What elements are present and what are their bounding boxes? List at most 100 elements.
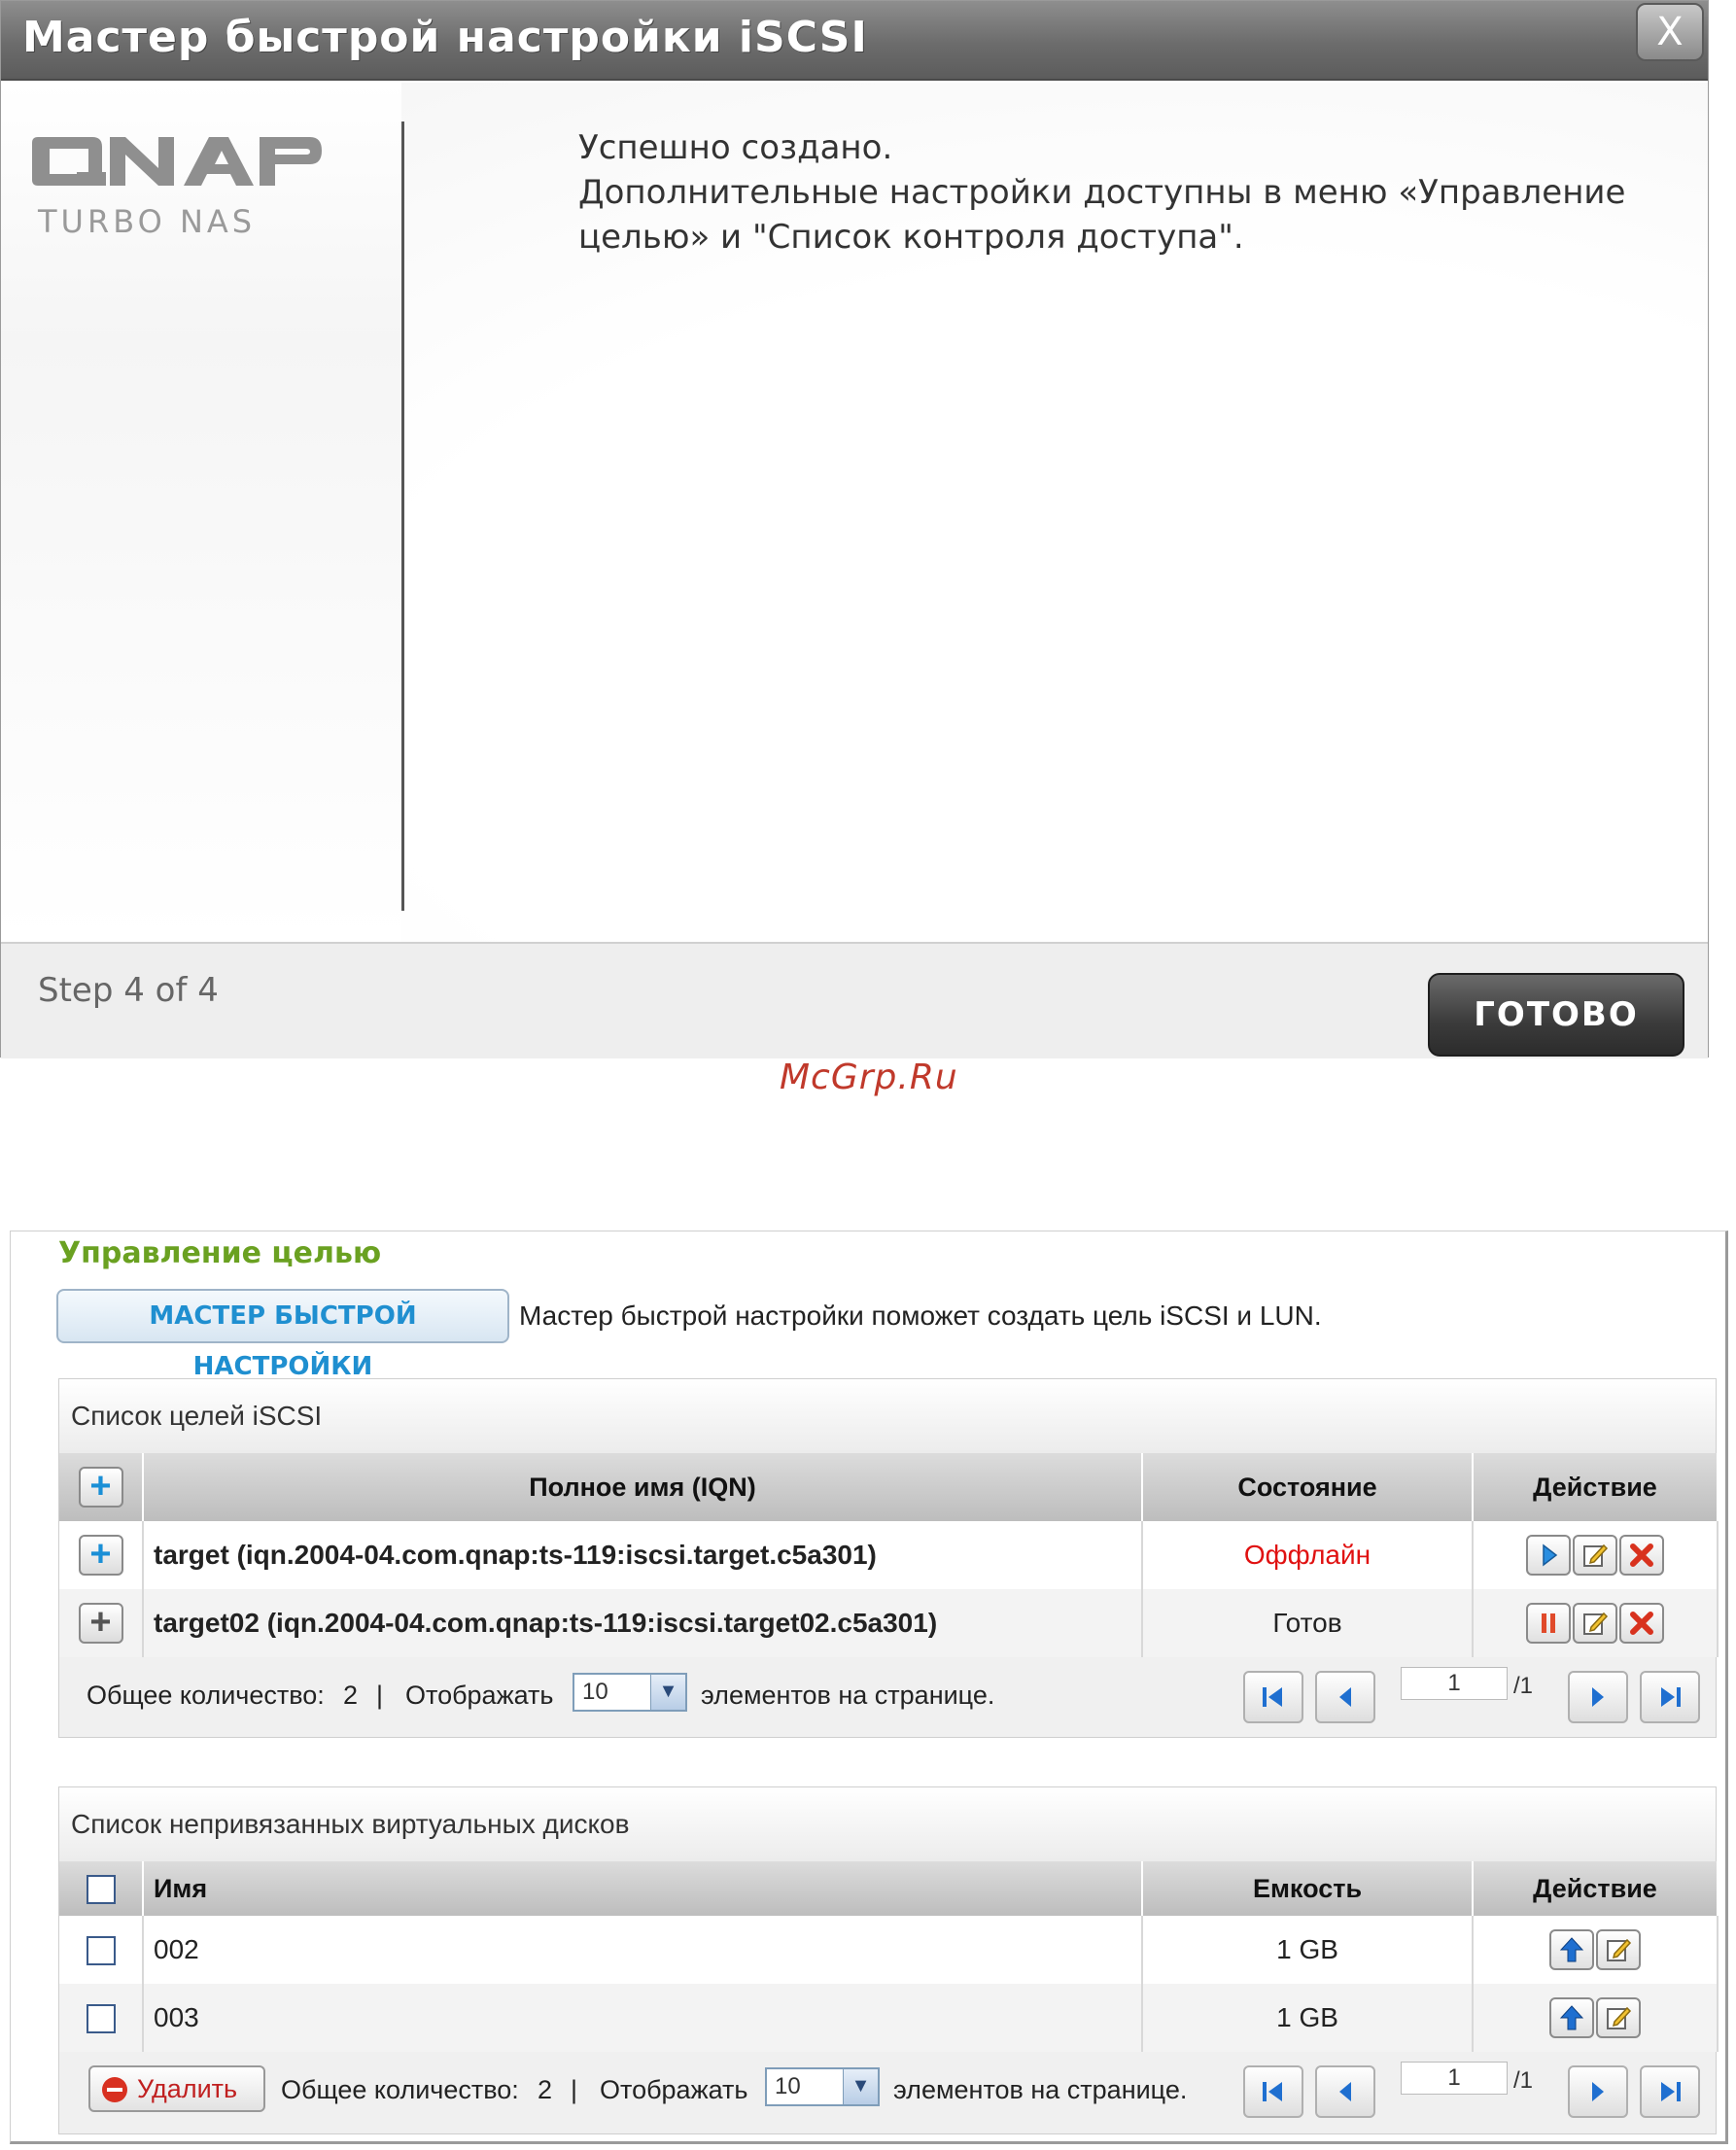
checkbox-cell xyxy=(59,1916,144,1984)
step-indicator: Step 4 of 4 xyxy=(38,971,219,1010)
next-page-button[interactable] xyxy=(1568,2065,1628,2118)
delete-button[interactable] xyxy=(1619,1535,1664,1576)
arrow-up-icon xyxy=(1559,2005,1584,2030)
quick-setup-wizard-button[interactable]: МАСТЕР БЫСТРОЙ НАСТРОЙКИ xyxy=(56,1289,509,1381)
first-page-icon xyxy=(1263,1687,1282,1707)
first-page-button[interactable] xyxy=(1243,2065,1303,2118)
unmapped-lun-list: Список непривязанных виртуальных дисков … xyxy=(58,1786,1719,2134)
wizard-dialog: Мастер быстрой настройки iSCSI X TURBO N… xyxy=(0,0,1709,1058)
edit-button[interactable] xyxy=(1596,1997,1641,2038)
next-page-icon xyxy=(1592,2082,1604,2101)
expand-icon[interactable]: + xyxy=(78,1535,123,1576)
expand-cell: + xyxy=(59,1589,144,1657)
lun-name: 002 xyxy=(143,1916,1143,1984)
select-all-checkbox[interactable] xyxy=(86,1874,116,1904)
start-button[interactable] xyxy=(1526,1535,1571,1576)
wizard-logo-panel: TURBO NAS xyxy=(1,83,401,942)
total-label: Общее количество: xyxy=(87,1681,325,1710)
column-header: Имя xyxy=(143,1861,1143,1916)
edit-icon xyxy=(1583,1543,1609,1567)
show-label: Отображать xyxy=(405,1681,554,1710)
last-page-icon xyxy=(1661,2082,1681,2101)
page-input[interactable]: 1 xyxy=(1401,1667,1508,1700)
column-header: Емкость xyxy=(1142,1861,1474,1916)
per-page-select[interactable]: 10 ▼ xyxy=(573,1673,687,1712)
prev-page-button[interactable] xyxy=(1315,2065,1375,2118)
delete-circle-icon xyxy=(102,2077,127,2102)
first-page-button[interactable] xyxy=(1243,1671,1303,1723)
per-page-value: 10 xyxy=(775,2073,801,2099)
targets-pager: Общее количество: 2 | Отображать 10 ▼ эл… xyxy=(59,1657,1716,1737)
chevron-down-icon: ▼ xyxy=(843,2069,878,2104)
table-header: + Полное имя (IQN) Состояние Действие xyxy=(59,1453,1719,1521)
target-name: target (iqn.2004-04.com.qnap:ts-119:iscs… xyxy=(143,1521,1143,1589)
map-button[interactable] xyxy=(1549,1929,1594,1970)
logo-subtitle: TURBO NAS xyxy=(38,203,257,240)
per-page-select[interactable]: 10 ▼ xyxy=(765,2067,880,2106)
total-label: Общее количество: xyxy=(281,2075,519,2104)
action-cell xyxy=(1473,1521,1719,1589)
table-row: 003 1 GB xyxy=(59,1984,1719,2052)
target-name: target02 (iqn.2004-04.com.qnap:ts-119:is… xyxy=(143,1589,1143,1657)
checkbox-cell xyxy=(59,1984,144,2052)
qnap-logo xyxy=(32,137,322,186)
map-button[interactable] xyxy=(1549,1997,1594,2038)
next-page-button[interactable] xyxy=(1568,1671,1628,1723)
select-all-header xyxy=(59,1861,144,1916)
wizard-description: Мастер быстрой настройки поможет создать… xyxy=(519,1300,1322,1331)
close-button[interactable]: X xyxy=(1636,3,1704,61)
delete-lun-button[interactable]: Удалить xyxy=(88,2065,265,2112)
stop-button[interactable] xyxy=(1526,1603,1571,1644)
arrow-up-icon xyxy=(1559,1937,1584,1962)
separator: | xyxy=(571,2075,578,2104)
first-page-icon xyxy=(1263,2082,1282,2101)
per-page-value: 10 xyxy=(582,1679,608,1705)
edit-button[interactable] xyxy=(1573,1535,1617,1576)
column-header: Действие xyxy=(1473,1453,1719,1521)
message-line: Успешно создано. xyxy=(578,128,893,167)
prev-page-icon xyxy=(1339,2082,1351,2101)
iscsi-target-list: Список целей iSCSI + Полное имя (IQN) Со… xyxy=(58,1378,1719,1738)
column-header: Действие xyxy=(1473,1861,1719,1916)
edit-button[interactable] xyxy=(1573,1603,1617,1644)
message-line: Дополнительные настройки доступны в меню… xyxy=(578,173,1626,212)
per-page-suffix: элементов на странице. xyxy=(701,1681,995,1710)
last-page-button[interactable] xyxy=(1640,1671,1700,1723)
action-cell xyxy=(1473,1589,1719,1657)
last-page-icon xyxy=(1661,1687,1681,1707)
table-header: Имя Емкость Действие xyxy=(59,1861,1719,1916)
lun-name: 003 xyxy=(143,1984,1143,2052)
expand-icon[interactable]: + xyxy=(78,1603,123,1644)
show-label: Отображать xyxy=(600,2075,748,2104)
edit-icon xyxy=(1607,1938,1632,1961)
column-header: Состояние xyxy=(1142,1453,1474,1521)
targets-table: + Полное имя (IQN) Состояние Действие + … xyxy=(59,1453,1719,1657)
edit-button[interactable] xyxy=(1596,1929,1641,1970)
row-checkbox[interactable] xyxy=(86,2004,116,2034)
row-checkbox[interactable] xyxy=(86,1936,116,1966)
status-badge: Готов xyxy=(1142,1589,1474,1657)
watermark: McGrp.Ru xyxy=(780,1058,958,1097)
page-total: /1 xyxy=(1513,2067,1534,2094)
prev-page-button[interactable] xyxy=(1315,1671,1375,1723)
success-message: Успешно создано. Дополнительные настройк… xyxy=(578,125,1667,260)
add-target-header: + xyxy=(59,1453,144,1521)
edit-icon xyxy=(1607,2006,1632,2029)
grid-caption: Список целей iSCSI xyxy=(59,1379,1716,1453)
table-row: 002 1 GB xyxy=(59,1916,1719,1984)
delete-button[interactable] xyxy=(1619,1603,1664,1644)
grid-caption: Список непривязанных виртуальных дисков xyxy=(59,1787,1716,1861)
page-input[interactable]: 1 xyxy=(1401,2062,1508,2095)
page-total: /1 xyxy=(1513,1673,1534,1699)
done-button[interactable]: ГОТОВО xyxy=(1428,973,1684,1057)
wizard-titlebar: Мастер быстрой настройки iSCSI X xyxy=(1,1,1708,81)
separator: | xyxy=(376,1681,384,1710)
play-icon xyxy=(1543,1543,1558,1567)
total-count: 2 xyxy=(538,2075,553,2104)
total-count: 2 xyxy=(343,1681,359,1710)
lun-capacity: 1 GB xyxy=(1142,1984,1474,2052)
lun-capacity: 1 GB xyxy=(1142,1916,1474,1984)
last-page-button[interactable] xyxy=(1640,2065,1700,2118)
message-line: целью» и "Список контроля доступа". xyxy=(578,218,1244,257)
add-icon[interactable]: + xyxy=(78,1467,123,1508)
